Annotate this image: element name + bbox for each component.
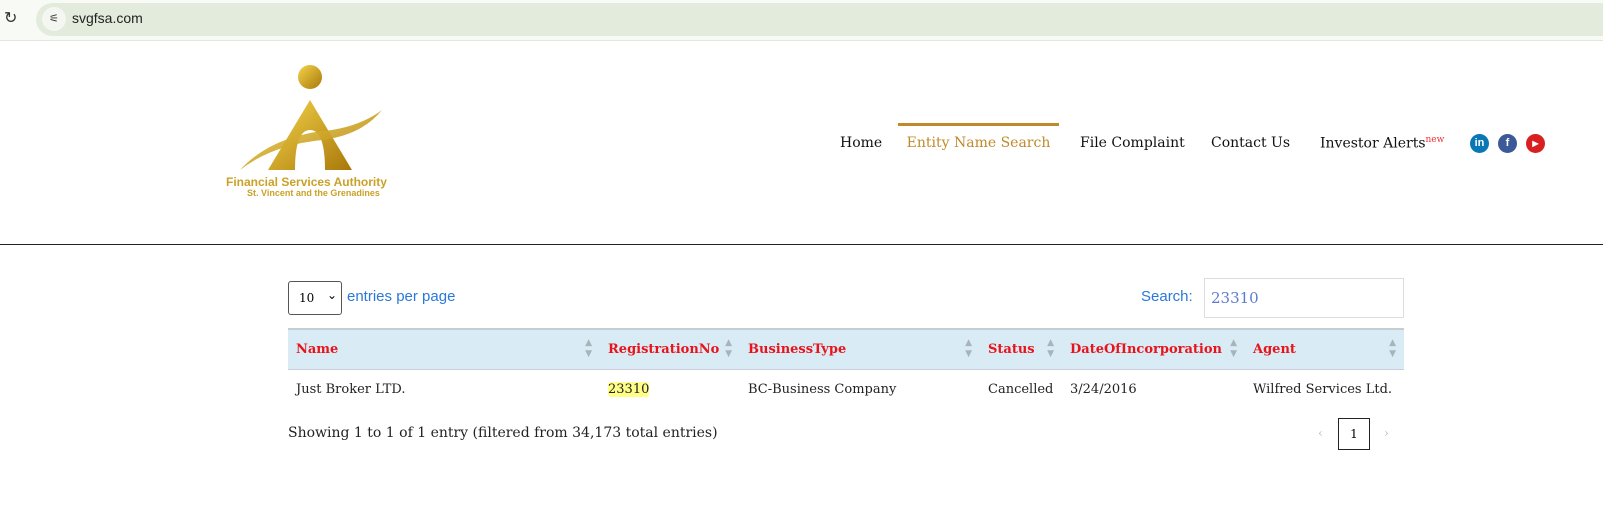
table-info: Showing 1 to 1 of 1 entry (filtered from… [288, 425, 718, 441]
nav-investor-alerts[interactable]: Investor Alertsnew [1320, 123, 1444, 163]
header-label: RegistrationNo [608, 341, 720, 357]
column-header-agent[interactable]: Agent ▲ ▼ [1245, 328, 1404, 370]
facebook-icon[interactable]: f [1498, 134, 1517, 153]
browser-toolbar: ↻ ⚟ svgfsa.com [0, 0, 1603, 41]
search-label: Search: [1141, 288, 1193, 305]
chevron-down-icon: ⌄ [326, 288, 337, 302]
sort-icon: ▲ ▼ [1047, 338, 1054, 359]
cell-businesstype: BC-Business Company [748, 381, 897, 397]
sort-icon: ▲ ▼ [1230, 338, 1237, 359]
fsa-logo[interactable]: Financial Services Authority St. Vincent… [222, 60, 407, 205]
page-size-value: 10 [299, 291, 315, 305]
header-label: BusinessType [748, 341, 847, 357]
prev-page-button[interactable]: ‹ [1318, 426, 1323, 440]
header-label: Agent [1253, 341, 1296, 357]
youtube-icon[interactable]: ▶ [1526, 134, 1545, 153]
nav-label: Investor Alerts [1320, 135, 1426, 152]
header-label: DateOfIncorporation [1070, 341, 1222, 357]
page-1-button[interactable]: 1 [1338, 418, 1370, 450]
search-highlight: 23310 [608, 381, 650, 397]
header-label: Name [296, 341, 339, 357]
cell-name: Just Broker LTD. [296, 381, 406, 397]
sort-icon: ▲ ▼ [725, 338, 732, 359]
sort-icon: ▲ ▼ [1389, 338, 1396, 359]
reload-icon[interactable]: ↻ [4, 8, 17, 27]
cell-date: 3/24/2016 [1070, 381, 1137, 397]
header-label: Status [988, 341, 1035, 357]
column-header-name[interactable]: Name ▲ ▼ [288, 328, 600, 370]
url-text[interactable]: svgfsa.com [72, 10, 143, 26]
sort-icon: ▲ ▼ [965, 338, 972, 359]
header-divider [0, 244, 1603, 245]
nav-entity-name-search[interactable]: Entity Name Search [898, 123, 1059, 163]
column-header-dateofincorporation[interactable]: DateOfIncorporation ▲ ▼ [1062, 328, 1245, 370]
cell-status: Cancelled [988, 381, 1054, 397]
column-header-status[interactable]: Status ▲ ▼ [980, 328, 1062, 370]
nav-contact-us[interactable]: Contact Us [1211, 123, 1290, 163]
nav-file-complaint[interactable]: File Complaint [1080, 123, 1185, 163]
search-input[interactable]: 23310 [1204, 278, 1404, 318]
page-size-select[interactable]: 10 ⌄ [288, 281, 342, 315]
linkedin-icon[interactable]: in [1470, 134, 1489, 153]
cell-agent: Wilfred Services Ltd. [1253, 381, 1393, 397]
logo-emblem-icon [240, 65, 382, 170]
table-row: Just Broker LTD. 23310 BC-Business Compa… [288, 369, 1404, 409]
nav-home[interactable]: Home [840, 123, 882, 163]
site-settings-icon[interactable]: ⚟ [42, 7, 66, 31]
cell-registrationno: 23310 [600, 369, 740, 409]
column-header-businesstype[interactable]: BusinessType ▲ ▼ [740, 328, 980, 370]
sort-icon: ▲ ▼ [585, 338, 592, 359]
address-bar[interactable]: ⚟ svgfsa.com [36, 3, 1603, 36]
entries-per-page-label: entries per page [347, 288, 456, 305]
entity-table: Name ▲ ▼ RegistrationNo ▲ ▼ BusinessType ▲ ▼ S… [288, 328, 1404, 409]
column-header-registrationno[interactable]: RegistrationNo ▲ ▼ [600, 328, 740, 370]
next-page-button[interactable]: › [1384, 426, 1389, 440]
new-badge: new [1425, 135, 1445, 145]
